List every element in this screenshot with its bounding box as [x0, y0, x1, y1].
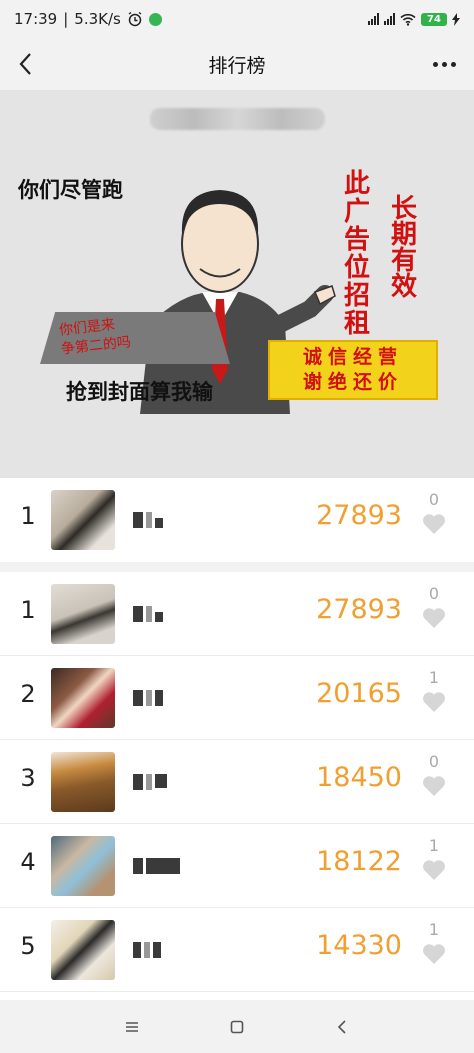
rank-number: 4 — [20, 848, 36, 876]
rank-number: 1 — [20, 502, 36, 530]
triangle-back-icon — [337, 1019, 346, 1034]
banner-text-cover: 抢到封面算我输 — [66, 380, 213, 404]
wechat-notification-icon — [148, 12, 162, 26]
ad-slogan-line-2: 谢绝还价 — [302, 371, 403, 393]
like-control[interactable]: 1 — [420, 920, 448, 965]
like-count: 0 — [428, 584, 440, 603]
heart-icon — [423, 776, 445, 796]
like-control[interactable]: 0 — [420, 490, 448, 535]
avatar[interactable] — [51, 584, 115, 644]
status-time: 17:39 — [14, 10, 58, 28]
ad-column-2: 长 期 有 效 — [388, 196, 420, 300]
rank-number: 2 — [20, 680, 36, 708]
ad-char: 租 — [343, 309, 370, 339]
speech-text: 你们是来 争第二的吗 — [58, 314, 132, 359]
menu-icon — [126, 1021, 139, 1032]
more-dot — [451, 61, 456, 67]
signal-icon-2 — [384, 13, 395, 25]
score-value: 14330 — [316, 930, 402, 961]
like-control[interactable]: 1 — [420, 836, 448, 881]
status-bar: 17:39 | 5.3K/s 74 — [0, 0, 474, 38]
ad-char: 有 — [390, 246, 417, 276]
my-rank-row[interactable]: 1 27893 0 — [0, 478, 474, 562]
score-value: 18122 — [316, 846, 402, 877]
blurred-username — [150, 108, 325, 130]
leaderboard-row[interactable]: 3 18450 0 — [0, 740, 474, 824]
heart-icon — [423, 608, 445, 628]
network-speed: 5.3K/s — [74, 10, 121, 28]
avatar[interactable] — [51, 752, 115, 812]
like-count: 1 — [428, 920, 440, 939]
like-count: 1 — [428, 668, 440, 687]
avatar[interactable] — [51, 668, 115, 728]
like-control[interactable]: 0 — [420, 752, 448, 797]
alarm-icon — [128, 11, 142, 27]
heart-icon — [423, 860, 445, 880]
heart-icon — [423, 944, 445, 964]
more-dot — [442, 61, 447, 67]
avatar[interactable] — [51, 836, 115, 896]
username-blurred — [133, 774, 167, 790]
more-button[interactable] — [433, 50, 456, 78]
username-blurred — [133, 690, 163, 706]
ad-slogan-box: 诚信经营 谢绝还价 — [268, 340, 438, 400]
rank-number: 3 — [20, 764, 36, 792]
signal-icon-1 — [368, 13, 379, 25]
like-count: 1 — [428, 836, 440, 855]
charging-icon — [452, 12, 460, 26]
wifi-icon — [400, 13, 416, 26]
score-value: 18450 — [316, 762, 402, 793]
back-button[interactable] — [12, 50, 40, 78]
chevron-left-icon — [19, 53, 31, 75]
ad-char: 效 — [390, 272, 417, 302]
avatar[interactable] — [51, 920, 115, 980]
ad-char: 此 — [343, 169, 370, 199]
ad-column-1: 此 广 告 位 招 租 — [341, 170, 373, 338]
ad-char: 招 — [343, 281, 370, 311]
home-button[interactable] — [217, 1007, 257, 1047]
username-blurred — [133, 858, 180, 874]
rank-number: 5 — [20, 932, 36, 960]
cover-banner[interactable]: 你们尽管跑 你们是来 争第二的吗 此 广 告 位 招 租 长 期 有 效 诚信经… — [0, 90, 474, 478]
score-value: 27893 — [316, 594, 402, 625]
like-control[interactable]: 1 — [420, 668, 448, 713]
leaderboard-row[interactable]: 5 14330 1 — [0, 908, 474, 992]
like-count: 0 — [428, 490, 440, 509]
avatar[interactable] — [51, 490, 115, 550]
back-nav-button[interactable] — [322, 1007, 362, 1047]
ad-char: 期 — [390, 220, 417, 250]
heart-icon — [423, 514, 445, 534]
banner-text-run: 你们尽管跑 — [18, 178, 123, 202]
ad-slogan-line-1: 诚信经营 — [302, 346, 403, 368]
heart-icon — [423, 692, 445, 712]
leaderboard-row[interactable]: 1 27893 0 — [0, 572, 474, 656]
ad-char: 长 — [390, 194, 417, 224]
leaderboard-row[interactable]: 2 20165 1 — [0, 656, 474, 740]
section-divider — [0, 562, 474, 572]
score-value: 27893 — [316, 500, 402, 531]
ad-char: 告 — [343, 225, 370, 255]
system-nav-bar — [0, 1000, 474, 1053]
menu-button[interactable] — [112, 1007, 152, 1047]
rank-number: 1 — [20, 596, 36, 624]
square-home-icon — [230, 1020, 244, 1033]
score-value: 20165 — [316, 678, 402, 709]
username-blurred — [133, 606, 163, 622]
status-separator: | — [63, 10, 69, 28]
username-blurred — [133, 512, 163, 528]
more-dots-icon — [433, 61, 438, 67]
page-title: 排行榜 — [208, 54, 266, 77]
ad-char: 广 — [343, 197, 370, 227]
leaderboard-row[interactable]: 4 18122 1 — [0, 824, 474, 908]
battery-icon: 74 — [421, 12, 447, 26]
like-control[interactable]: 0 — [420, 584, 448, 629]
like-count: 0 — [428, 752, 440, 771]
nav-bar: 排行榜 — [0, 38, 474, 90]
username-blurred — [133, 942, 161, 958]
ad-char: 位 — [343, 253, 370, 283]
